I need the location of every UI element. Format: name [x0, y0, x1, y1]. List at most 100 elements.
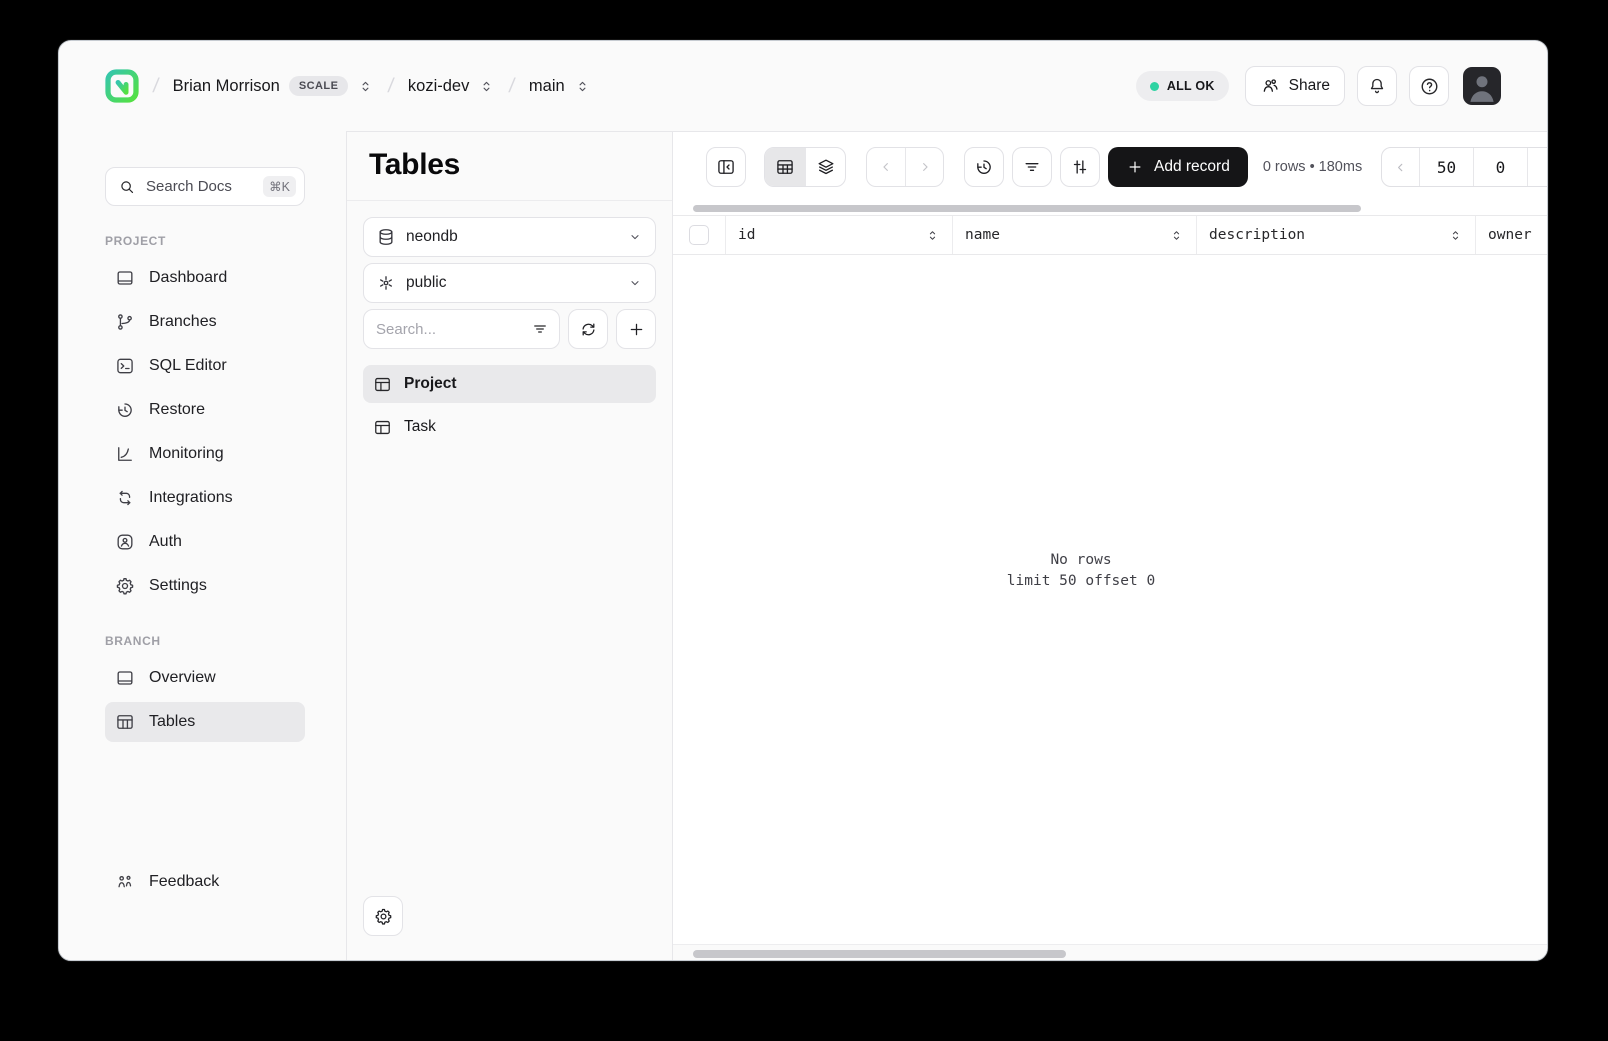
add-table-button[interactable]: [616, 309, 656, 349]
schema-value: public: [406, 274, 447, 291]
query-history-button[interactable]: [964, 147, 1004, 187]
column-header-description[interactable]: description: [1197, 216, 1476, 254]
status-label: ALL OK: [1166, 79, 1215, 93]
desktop-background: / Brian Morrison SCALE / kozi-dev / main…: [0, 0, 1608, 1041]
empty-state-line2: limit 50 offset 0: [1006, 573, 1156, 590]
sort-icon[interactable]: [1169, 228, 1184, 243]
sidebar-item-label: Restore: [149, 401, 206, 418]
sidebar-item-tables[interactable]: Tables: [105, 702, 305, 742]
sidebar-item-sql-editor[interactable]: SQL Editor: [105, 346, 305, 386]
filter-lines-icon[interactable]: [531, 320, 549, 338]
select-all-checkbox[interactable]: [689, 225, 709, 245]
page-offset-field[interactable]: 0: [1473, 148, 1527, 186]
sidebar-item-label: Auth: [149, 533, 182, 550]
sidebar-item-integrations[interactable]: Integrations: [105, 478, 305, 518]
prev-page-button[interactable]: [1382, 148, 1419, 186]
database-icon: [376, 227, 396, 247]
plus-icon: [627, 320, 646, 339]
chevron-down-icon: [627, 229, 643, 245]
filter-button[interactable]: [1012, 147, 1052, 187]
sort-icon[interactable]: [925, 228, 940, 243]
table-list-item-task[interactable]: Task: [363, 408, 656, 446]
breadcrumb-separator: /: [386, 74, 396, 97]
sidebar-item-label: Tables: [149, 713, 196, 730]
column-label: name: [965, 227, 1000, 243]
history-icon: [115, 400, 135, 420]
sidebar-item-label: Overview: [149, 669, 216, 686]
view-layers-toggle[interactable]: [805, 148, 845, 186]
next-page-button[interactable]: [1527, 148, 1547, 186]
sidebar-item-overview[interactable]: Overview: [105, 658, 305, 698]
sidebar-item-label: Branches: [149, 313, 217, 330]
integrations-icon: [115, 488, 135, 508]
grid-toolbar: Add record 0 rows • 180ms 50 0: [673, 132, 1547, 202]
grid-header-row: id name description owner: [673, 215, 1547, 255]
scrollbar-thumb[interactable]: [693, 205, 1361, 212]
help-button[interactable]: [1409, 66, 1449, 106]
column-label: description: [1209, 227, 1306, 243]
history-icon: [974, 157, 994, 177]
org-selector[interactable]: Brian Morrison SCALE: [173, 76, 375, 96]
data-grid-area: Add record 0 rows • 180ms 50 0 id name d…: [673, 131, 1547, 960]
refresh-icon: [579, 320, 598, 339]
sidebar-item-auth[interactable]: Auth: [105, 522, 305, 562]
table-list-item-project[interactable]: Project: [363, 365, 656, 403]
neon-logo-icon[interactable]: [105, 69, 139, 103]
table-search-input[interactable]: [376, 320, 531, 338]
chevron-down-icon: [627, 275, 643, 291]
sidebar-item-branches[interactable]: Branches: [105, 302, 305, 342]
gear-icon: [374, 907, 393, 926]
view-mode-toggle: [764, 147, 846, 187]
sidebar-item-monitoring[interactable]: Monitoring: [105, 434, 305, 474]
feedback-button[interactable]: Feedback: [115, 872, 219, 892]
panel-settings-button[interactable]: [363, 896, 403, 936]
tables-panel: Tables neondb public Search... Project T…: [346, 131, 673, 960]
branch-selector[interactable]: main: [529, 77, 591, 96]
sliders-icon: [1070, 157, 1090, 177]
query-stats: 0 rows • 180ms: [1262, 159, 1363, 175]
scrollbar-thumb[interactable]: [693, 950, 1066, 958]
sidebar-item-label: SQL Editor: [149, 357, 227, 374]
column-settings-button[interactable]: [1060, 147, 1100, 187]
search-docs-button[interactable]: Search Docs ⌘K: [105, 167, 305, 206]
table-icon: [775, 157, 795, 177]
database-select[interactable]: neondb: [363, 217, 656, 257]
sidebar-item-settings[interactable]: Settings: [105, 566, 305, 606]
breadcrumb-separator: /: [507, 74, 517, 97]
share-label: Share: [1288, 77, 1330, 94]
chevron-up-down-icon: [357, 78, 374, 95]
collapse-panel-button[interactable]: [706, 147, 746, 187]
breadcrumb-separator: /: [151, 74, 161, 97]
schema-select[interactable]: public: [363, 263, 656, 303]
forward-button[interactable]: [905, 148, 943, 186]
avatar[interactable]: [1463, 67, 1501, 105]
refresh-button[interactable]: [568, 309, 608, 349]
column-header-owner[interactable]: owner: [1476, 216, 1547, 254]
table-icon: [373, 375, 392, 394]
page-title: Tables: [369, 148, 461, 181]
project-selector[interactable]: kozi-dev: [408, 77, 495, 96]
page-size-field[interactable]: 50: [1419, 148, 1473, 186]
notifications-button[interactable]: [1357, 66, 1397, 106]
select-all-cell: [673, 216, 726, 254]
back-button[interactable]: [867, 148, 905, 186]
status-dot-icon: [1149, 81, 1159, 91]
column-header-id[interactable]: id: [726, 216, 953, 254]
table-search-box: [363, 309, 560, 349]
section-label-project: PROJECT: [105, 234, 166, 248]
sidebar-item-restore[interactable]: Restore: [105, 390, 305, 430]
layers-icon: [816, 157, 836, 177]
horizontal-scrollbar-top: [673, 202, 1547, 215]
column-label: owner: [1488, 227, 1532, 243]
horizontal-scrollbar-bottom: [673, 944, 1547, 960]
sidebar-item-dashboard[interactable]: Dashboard: [105, 258, 305, 298]
view-table-toggle[interactable]: [765, 148, 805, 186]
add-record-button[interactable]: Add record: [1108, 147, 1248, 187]
terminal-icon: [115, 356, 135, 376]
sort-icon[interactable]: [1448, 228, 1463, 243]
status-badge[interactable]: ALL OK: [1135, 71, 1229, 101]
share-button[interactable]: Share: [1244, 66, 1345, 106]
empty-state-line1: No rows: [1050, 552, 1112, 568]
column-header-name[interactable]: name: [953, 216, 1197, 254]
feedback-icon: [115, 872, 135, 892]
